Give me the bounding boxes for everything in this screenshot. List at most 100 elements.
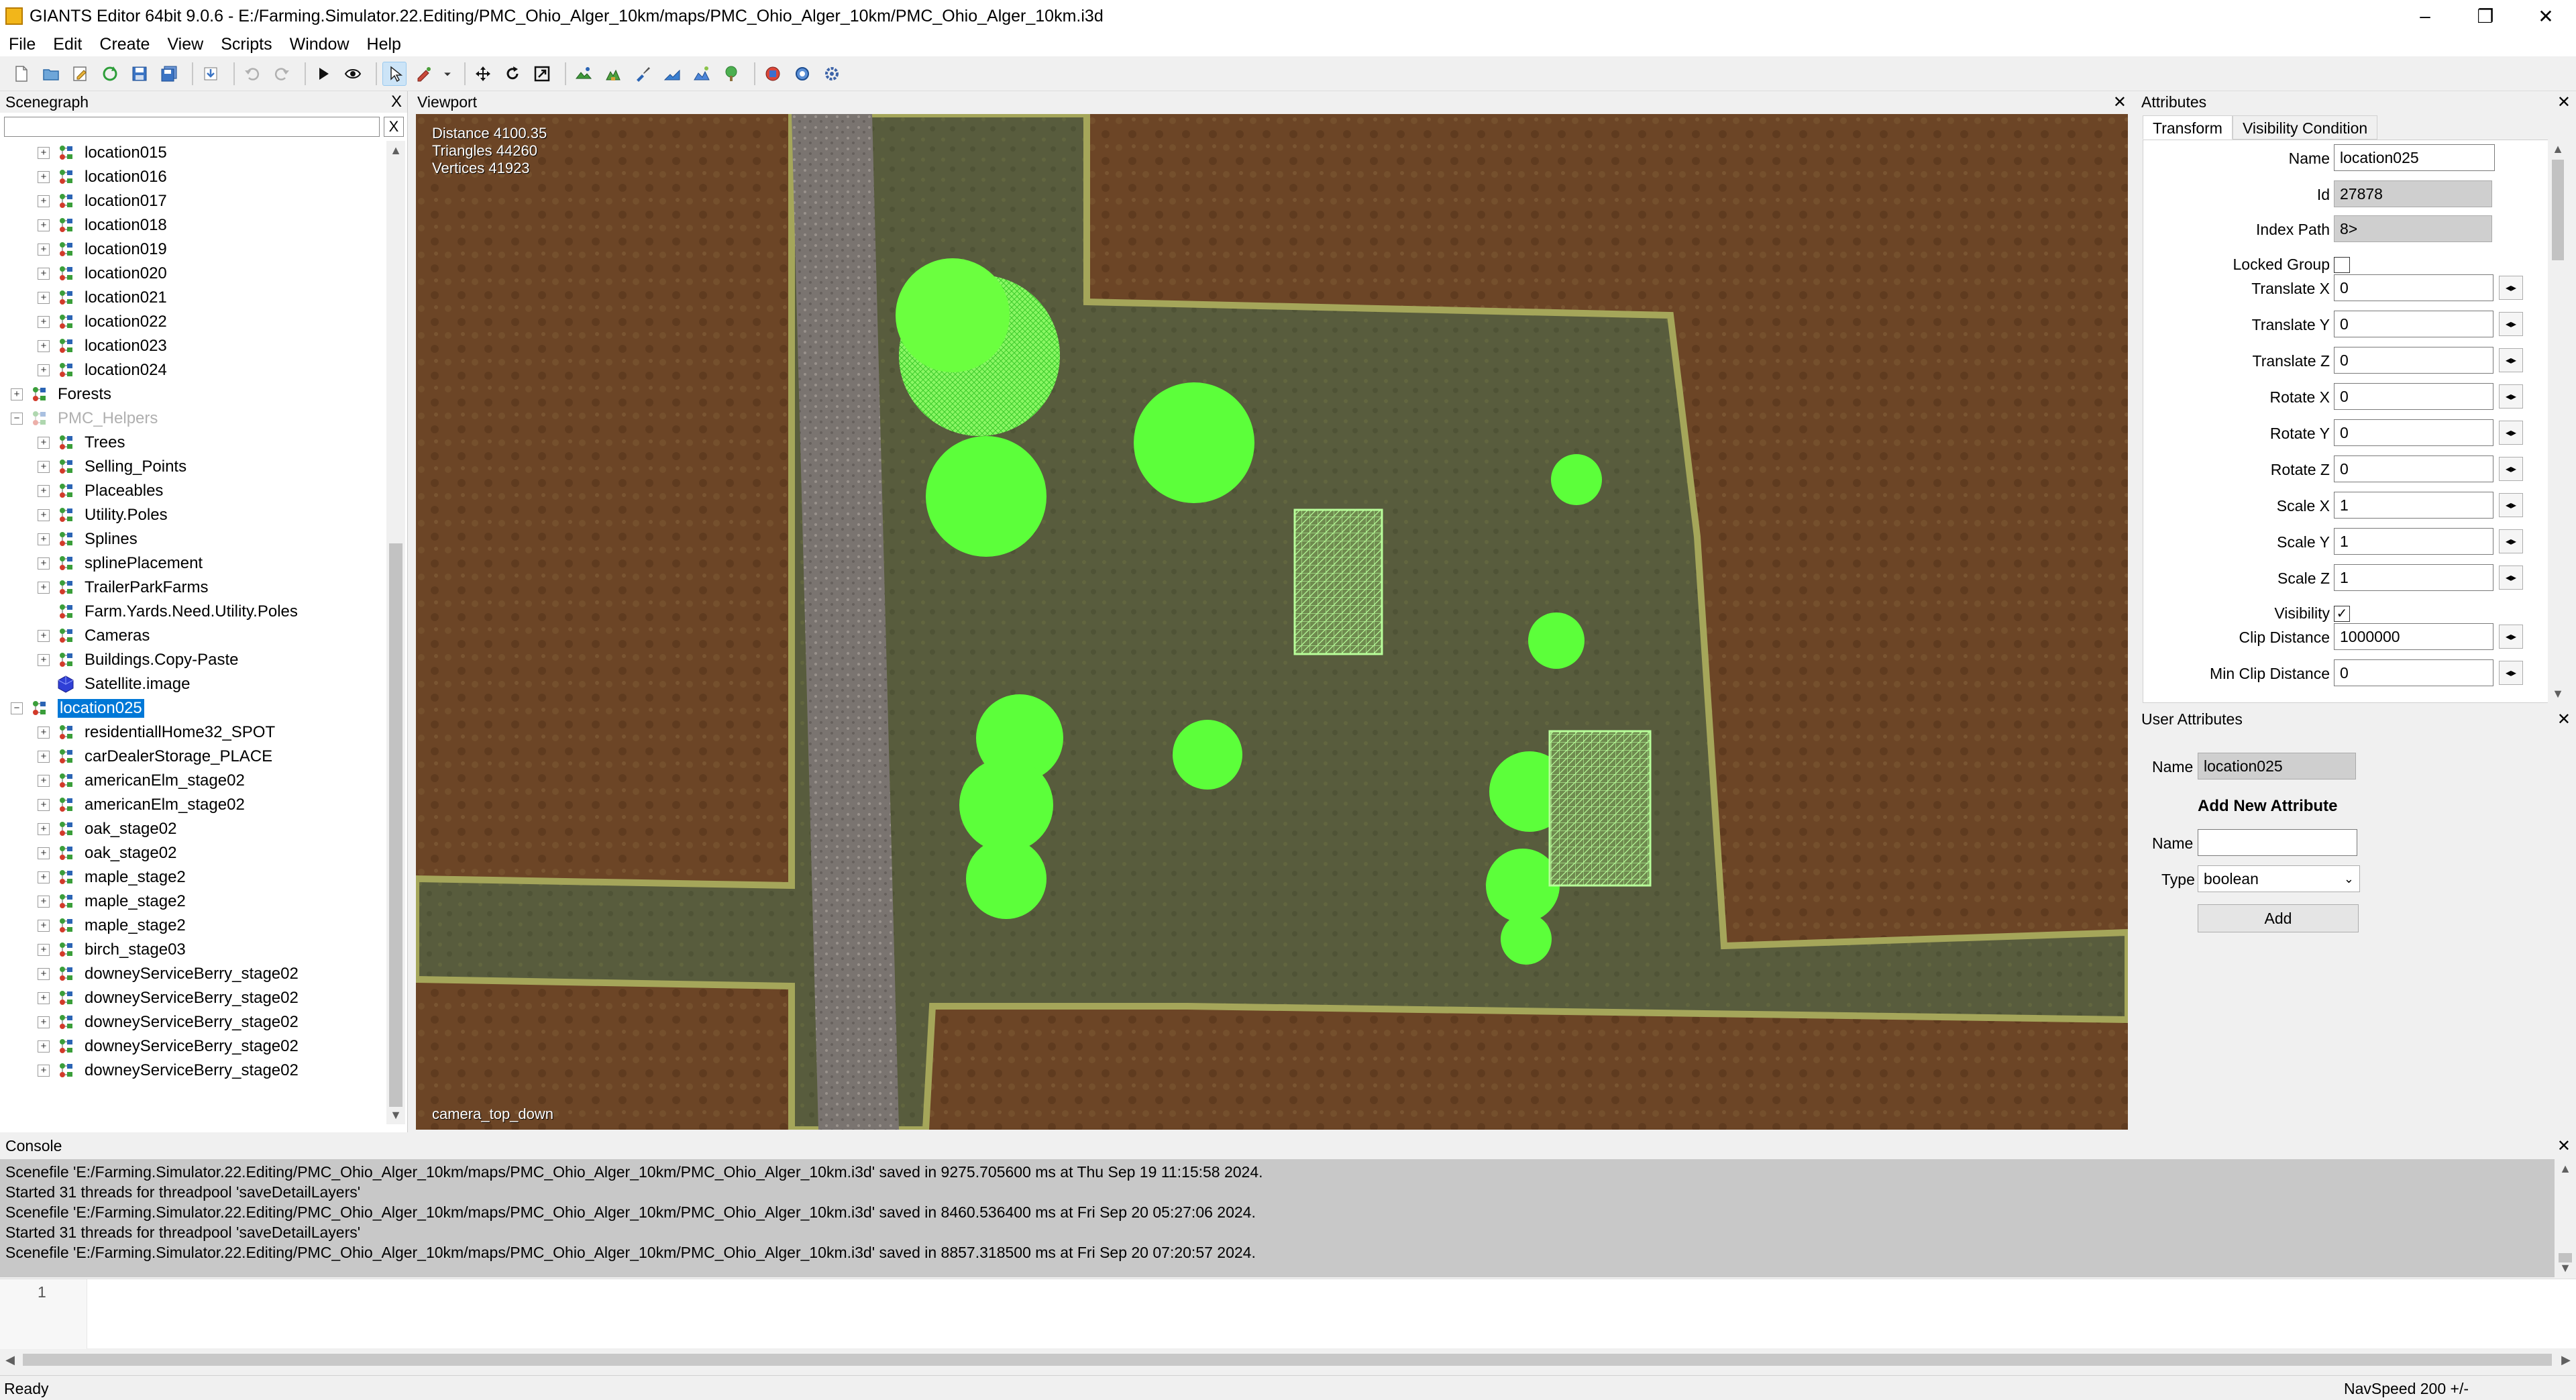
3d-viewport[interactable]: Distance 4100.35 Triangles 44260 Vertice… (416, 114, 2128, 1130)
scenegraph-node[interactable]: + location023 (38, 334, 167, 358)
scroll-down-icon[interactable]: ▼ (2555, 1258, 2576, 1277)
undo-icon[interactable] (240, 62, 264, 86)
scenegraph-node[interactable]: + Cameras (38, 624, 150, 648)
expand-icon[interactable]: + (38, 244, 50, 256)
tab-visibility-condition[interactable]: Visibility Condition (2232, 115, 2378, 140)
collapse-icon[interactable]: − (11, 413, 23, 425)
expand-icon[interactable]: + (38, 461, 50, 473)
scenegraph-node[interactable]: + splinePlacement (38, 551, 203, 576)
scenegraph-node[interactable]: + birch_stage03 (38, 938, 186, 962)
drag-value-icon[interactable]: ◂▸ (2499, 529, 2523, 553)
close-window-button[interactable]: ✕ (2516, 0, 2576, 32)
menu-create[interactable]: Create (91, 35, 158, 54)
scenegraph-node[interactable]: + americanElm_stage02 (38, 769, 245, 793)
menu-window[interactable]: Window (281, 35, 358, 54)
expand-icon[interactable]: + (38, 968, 50, 980)
expand-icon[interactable]: + (38, 871, 50, 883)
expand-icon[interactable]: + (38, 485, 50, 497)
expand-icon[interactable]: + (38, 437, 50, 449)
move-icon[interactable] (471, 62, 495, 86)
expand-icon[interactable]: + (38, 1065, 50, 1077)
user-attributes-close-button[interactable]: ✕ (2557, 710, 2571, 729)
scenegraph-node[interactable]: + oak_stage02 (38, 841, 176, 865)
scenegraph-node[interactable]: + TrailerParkFarms (38, 576, 208, 600)
scenegraph-close-button[interactable]: X (391, 93, 402, 111)
expand-icon[interactable]: + (38, 509, 50, 521)
scenegraph-tree[interactable]: + location015 + location016 + location017 + loc… (0, 141, 385, 1124)
attribute-value-field[interactable]: 0 (2334, 347, 2493, 374)
drag-value-icon[interactable]: ◂▸ (2499, 661, 2523, 685)
rotate-icon[interactable] (500, 62, 525, 86)
drag-value-icon[interactable]: ◂▸ (2499, 348, 2523, 372)
attribute-value-field[interactable]: 0 (2334, 311, 2493, 337)
scroll-up-icon[interactable]: ▲ (386, 141, 405, 160)
scenegraph-search-input[interactable] (4, 117, 380, 137)
attribute-checkbox[interactable] (2334, 257, 2350, 273)
scenegraph-node[interactable]: + americanElm_stage02 (38, 793, 245, 817)
expand-icon[interactable]: + (38, 533, 50, 545)
expand-icon[interactable]: + (38, 268, 50, 280)
drag-value-icon[interactable]: ◂▸ (2499, 276, 2523, 300)
scenegraph-node[interactable]: + Buildings.Copy-Paste (38, 648, 238, 672)
edit-icon[interactable] (68, 62, 93, 86)
expand-icon[interactable]: + (38, 171, 50, 183)
scroll-up-icon[interactable]: ▲ (2548, 140, 2568, 158)
expand-icon[interactable]: + (11, 388, 23, 400)
scenegraph-node[interactable]: + location020 (38, 262, 167, 286)
expand-icon[interactable]: + (38, 1016, 50, 1028)
expand-icon[interactable]: + (38, 847, 50, 859)
import-icon[interactable] (199, 62, 223, 86)
scenegraph-node[interactable]: + Forests (11, 382, 111, 407)
scenegraph-node[interactable]: + Placeables (38, 479, 163, 503)
attribute-value-field[interactable]: 1 (2334, 492, 2493, 519)
expand-icon[interactable]: + (38, 582, 50, 594)
attribute-checkbox[interactable]: ✓ (2334, 606, 2350, 622)
menu-file[interactable]: File (0, 35, 44, 54)
maximize-button[interactable]: ❐ (2455, 0, 2516, 32)
expand-icon[interactable]: + (38, 920, 50, 932)
menu-scripts[interactable]: Scripts (212, 35, 280, 54)
minimize-button[interactable]: – (2395, 0, 2455, 32)
attribute-value-field[interactable]: 1000000 (2334, 623, 2493, 650)
scenegraph-node[interactable]: Satellite.image (38, 672, 190, 696)
expand-icon[interactable]: + (38, 799, 50, 811)
expand-icon[interactable]: + (38, 726, 50, 739)
scenegraph-node[interactable]: + location022 (38, 310, 167, 334)
foliage-icon[interactable] (601, 62, 625, 86)
select-icon[interactable] (382, 61, 407, 86)
play-icon[interactable] (311, 62, 335, 86)
scenegraph-node[interactable]: − PMC_Helpers (11, 407, 158, 431)
attribute-value-field[interactable]: 0 (2334, 659, 2493, 686)
scroll-right-icon[interactable]: ▶ (2556, 1350, 2576, 1370)
expand-icon[interactable]: + (38, 195, 50, 207)
attribute-value-field[interactable]: 1 (2334, 528, 2493, 555)
open-folder-icon[interactable] (39, 62, 63, 86)
console-scrollbar[interactable]: ▲ ▼ (2555, 1159, 2576, 1277)
settings-icon[interactable] (790, 62, 814, 86)
scroll-left-icon[interactable]: ◀ (0, 1350, 20, 1370)
attribute-value-field[interactable]: 0 (2334, 383, 2493, 410)
expand-icon[interactable]: + (38, 292, 50, 304)
scenegraph-node[interactable]: + downeyServiceBerry_stage02 (38, 1010, 299, 1034)
paint-brush-icon[interactable] (631, 62, 655, 86)
save-icon[interactable] (127, 62, 152, 86)
scenegraph-clear-search-button[interactable]: X (384, 117, 404, 137)
scenegraph-node[interactable]: + downeyServiceBerry_stage02 (38, 962, 299, 986)
attribute-value-field[interactable]: 0 (2334, 419, 2493, 446)
scenegraph-node[interactable]: + maple_stage2 (38, 890, 186, 914)
scenegraph-node[interactable]: + location015 (38, 141, 167, 165)
expand-icon[interactable]: + (38, 147, 50, 159)
attribute-value-field[interactable]: location025 (2334, 144, 2495, 171)
collapse-icon[interactable]: − (11, 702, 23, 714)
redo-icon[interactable] (270, 62, 294, 86)
scenegraph-node[interactable]: + maple_stage2 (38, 914, 186, 938)
scroll-thumb[interactable] (2552, 160, 2564, 260)
gear-icon[interactable] (820, 62, 844, 86)
scenegraph-node[interactable]: + location017 (38, 189, 167, 213)
scenegraph-node[interactable]: + oak_stage02 (38, 817, 176, 841)
scroll-down-icon[interactable]: ▼ (2548, 684, 2568, 703)
expand-icon[interactable]: + (38, 219, 50, 231)
scenegraph-node[interactable]: + carDealerStorage_PLACE (38, 745, 272, 769)
terrain-sculpt-icon[interactable] (690, 62, 714, 86)
refresh-icon[interactable] (98, 62, 122, 86)
